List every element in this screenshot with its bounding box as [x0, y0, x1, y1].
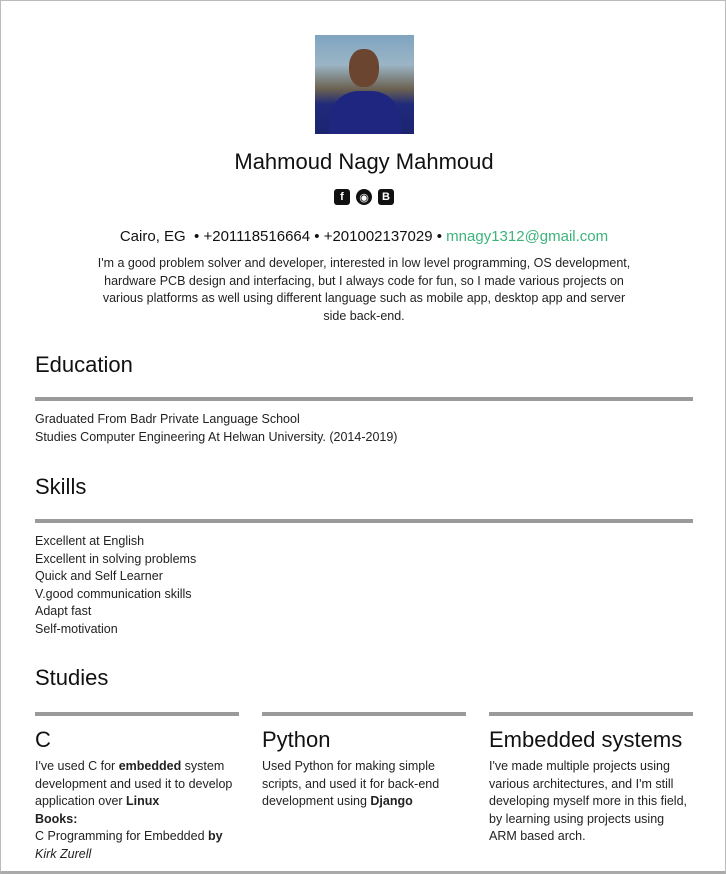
list-item: V.good communication skills: [35, 586, 192, 601]
separator: •: [432, 228, 447, 245]
list-item: Excellent in solving problems: [35, 551, 197, 566]
list-item: Self-motivation: [35, 621, 118, 636]
facebook-icon[interactable]: f: [334, 189, 350, 205]
study-text: I've made multiple projects using variou…: [489, 759, 688, 843]
study-title: C: [35, 727, 51, 752]
contact-line: Cairo, EG • +201118516664 • +20100213702…: [1, 228, 726, 245]
list-item: Excellent at English: [35, 534, 145, 548]
study-embedded: Embedded systems I've made multiple proj…: [489, 712, 693, 846]
divider: [35, 519, 693, 523]
location: Cairo, EG: [119, 228, 186, 245]
study-title: Python: [262, 727, 331, 752]
divider: [262, 712, 466, 716]
divider: [35, 712, 239, 716]
list-item: Studies Computer Engineering At Helwan U…: [35, 429, 398, 444]
divider: [35, 397, 693, 401]
email-link[interactable]: mnagy1312@gmail.com: [446, 228, 608, 245]
phone-2: +201002137029: [323, 228, 433, 245]
education-heading: Education: [35, 352, 133, 377]
study-python: Python Used Python for making simple scr…: [262, 712, 466, 811]
profile-name: Mahmoud Nagy Mahmoud: [234, 149, 494, 174]
book-author: Kirk Zurell: [35, 846, 92, 861]
studies-heading: Studies: [35, 665, 109, 690]
education-list: Graduated From Badr Private Language Sch…: [35, 411, 397, 446]
profile-photo: [315, 35, 414, 134]
bio: I'm a good problem solver and developer,…: [97, 256, 631, 323]
github-icon[interactable]: ◉: [356, 189, 372, 205]
phone-1: +201118516664: [203, 228, 311, 245]
study-title: Embedded systems: [489, 727, 683, 752]
study-c: C I've used C for embedded system develo…: [35, 712, 239, 863]
study-text: Used Python for making simple scripts, a…: [262, 759, 440, 808]
list-item: Quick and Self Learner: [35, 569, 163, 583]
list-item: Adapt fast: [35, 604, 92, 618]
separator: •: [310, 228, 324, 245]
list-item: Graduated From Badr Private Language Sch…: [35, 412, 300, 426]
separator: •: [189, 228, 204, 245]
study-text: I've used C for embedded system developm…: [35, 759, 233, 861]
skills-list: Excellent at English Excellent in solvin…: [35, 533, 196, 638]
blogger-icon[interactable]: B: [378, 189, 394, 205]
divider: [489, 712, 693, 716]
skills-heading: Skills: [35, 474, 87, 499]
social-links: f ◉ B: [1, 189, 726, 205]
